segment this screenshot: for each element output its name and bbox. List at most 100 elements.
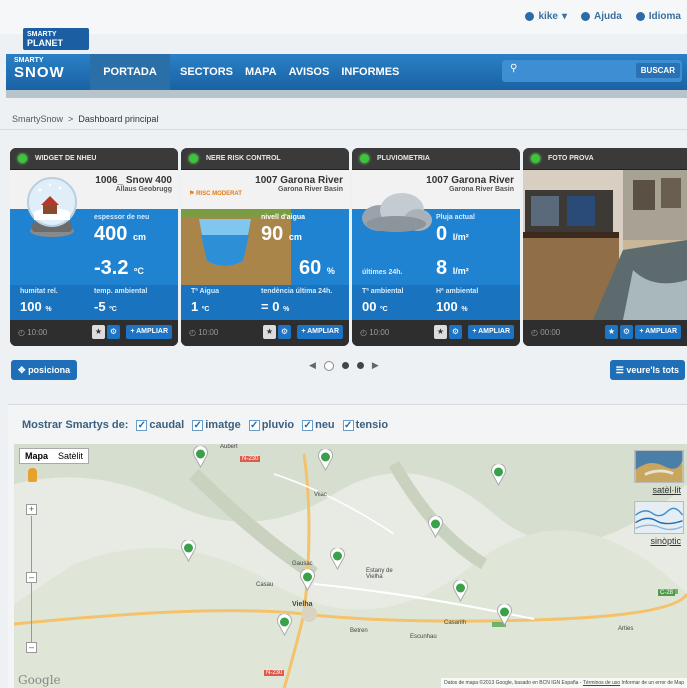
- filter-tensio[interactable]: ✓ tensio: [342, 419, 388, 431]
- clock-icon: ◴: [189, 328, 196, 337]
- language-menu[interactable]: Idioma: [635, 11, 681, 22]
- map-pin-icon[interactable]: [299, 569, 316, 591]
- filter-imatge[interactable]: ✓ imatge: [192, 419, 241, 431]
- smarty-planet-logo[interactable]: SMARTY PLANET: [23, 28, 89, 50]
- zoom-in-button[interactable]: +: [26, 504, 37, 515]
- map-pin-icon[interactable]: [427, 516, 444, 538]
- checkbox[interactable]: ✓: [248, 419, 260, 431]
- prev-arrow-icon[interactable]: ◀: [309, 360, 316, 371]
- search-icon: ⚲: [510, 63, 518, 74]
- map-view[interactable]: Mapa Satèlit + – – Aubert Vilac Gausac C…: [14, 444, 687, 688]
- synoptic-thumbnail[interactable]: [634, 501, 684, 534]
- cloud-icon: [362, 193, 432, 232]
- star-icon[interactable]: ★: [263, 325, 276, 339]
- map-type-satellite[interactable]: Satèlit: [53, 449, 88, 463]
- place-label: Arties: [618, 626, 634, 632]
- synoptic-view-link[interactable]: sinòptic: [650, 536, 681, 546]
- place-label: Vielha: [292, 601, 313, 608]
- help-link[interactable]: Ajuda: [580, 11, 622, 22]
- main-nav: SMARTY SNOW PORTADA SECTORS MAPA AVISOS …: [6, 54, 687, 90]
- widget-header: NERE RISK CONTROL: [181, 148, 349, 170]
- widget-station: 1007 Garona River Garona River Basin ⚑ RI…: [181, 170, 349, 209]
- gear-icon[interactable]: ⚙: [107, 325, 120, 339]
- filter-neu[interactable]: ✓ neu: [302, 419, 335, 431]
- place-label: Betren: [350, 628, 368, 634]
- help-icon: [580, 12, 590, 21]
- pager-dot[interactable]: [323, 360, 334, 371]
- widget-toolbar: ◴ 10:00 ★ ⚙ + AMPLIAR: [352, 320, 520, 346]
- smarty-snow-logo[interactable]: SMARTY SNOW: [14, 57, 84, 87]
- nav-item-avisos[interactable]: AVISOS: [289, 66, 330, 78]
- gear-icon[interactable]: ⚙: [620, 325, 633, 339]
- filter-pluvio[interactable]: ✓ pluvio: [248, 419, 294, 431]
- search-button[interactable]: BUSCAR: [635, 63, 680, 78]
- checkbox[interactable]: ✓: [136, 419, 148, 431]
- satellite-thumbnail[interactable]: [634, 450, 684, 483]
- filter-caudal[interactable]: ✓ caudal: [136, 419, 184, 431]
- nav-item-mapa[interactable]: MAPA: [245, 66, 277, 78]
- terrain-layer: [14, 444, 687, 688]
- filter-label: Mostrar Smartys de:: [22, 419, 129, 431]
- pegman-icon[interactable]: [28, 468, 37, 482]
- map-type-map[interactable]: Mapa: [20, 449, 53, 463]
- widget-footer-values: Tª ambiental 00 ºC Hª ambiental 100 %: [352, 285, 520, 320]
- place-label: Estany de Vielha: [366, 568, 393, 580]
- ampliar-button[interactable]: + AMPLIAR: [126, 325, 172, 339]
- road-label: C-28: [658, 590, 676, 596]
- gear-icon[interactable]: ⚙: [449, 325, 462, 339]
- widget-header: PLUVIOMETRIA: [352, 148, 520, 170]
- status-dot: [18, 154, 27, 163]
- move-icon: ✥: [18, 365, 26, 375]
- nav-items: SECTORS MAPA AVISOS INFORMES: [180, 54, 399, 90]
- ampliar-button[interactable]: + AMPLIAR: [297, 325, 343, 339]
- zoom-out-button[interactable]: –: [26, 642, 37, 653]
- list-icon: ☰: [615, 365, 624, 375]
- user-menu[interactable]: kike ▾: [525, 11, 567, 22]
- map-pin-icon[interactable]: [192, 446, 209, 468]
- search-input[interactable]: ⚲ BUSCAR: [502, 60, 682, 82]
- zoom-slider-handle[interactable]: –: [26, 572, 37, 583]
- widget-footer-values: Tª Aigua 1 ºC tendència última 24h. = 0 …: [181, 285, 349, 320]
- pager-dot[interactable]: [356, 362, 364, 369]
- ampliar-button[interactable]: + AMPLIAR: [635, 325, 681, 339]
- ampliar-button[interactable]: + AMPLIAR: [468, 325, 514, 339]
- map-type-toggle: Mapa Satèlit: [19, 448, 90, 464]
- nav-item-informes[interactable]: INFORMES: [341, 66, 399, 78]
- pager-dot[interactable]: [341, 362, 349, 369]
- report-error-link[interactable]: Informar de un error de Map: [621, 680, 684, 686]
- gear-icon[interactable]: ⚙: [278, 325, 291, 339]
- place-label: Gausac: [292, 561, 313, 567]
- posiciona-button[interactable]: ✥ posiciona: [11, 360, 78, 380]
- checkbox[interactable]: ✓: [192, 419, 204, 431]
- camera-photo[interactable]: [523, 170, 687, 320]
- snow-globe-icon: [27, 177, 77, 237]
- star-icon[interactable]: ★: [605, 325, 618, 339]
- map-pin-icon[interactable]: [276, 614, 293, 636]
- terms-link[interactable]: Términos de uso: [583, 680, 620, 686]
- place-label: Escunhau: [410, 634, 437, 640]
- map-pin-icon[interactable]: [496, 604, 513, 626]
- veure-tots-button[interactable]: ☰ veure'ls tots: [609, 360, 685, 380]
- google-logo[interactable]: Google: [18, 673, 61, 687]
- map-pin-icon[interactable]: [180, 540, 197, 562]
- map-pin-icon[interactable]: [452, 580, 469, 602]
- star-icon[interactable]: ★: [92, 325, 105, 339]
- breadcrumb: SmartySnow > Dashboard principal: [0, 108, 687, 130]
- map-pin-icon[interactable]: [317, 449, 334, 471]
- risk-badge: ⚑ RISC MODERAT: [189, 191, 242, 197]
- map-pin-icon[interactable]: [490, 464, 507, 486]
- status-dot: [189, 154, 198, 163]
- map-pin-icon[interactable]: [329, 548, 346, 570]
- satellite-view-link[interactable]: satèl·lit: [652, 485, 681, 495]
- map-footer: Google Datos de mapa ©2013 Google, basad…: [14, 673, 687, 688]
- smarty-filters: Mostrar Smartys de: ✓ caudal ✓ imatge ✓ plu…: [22, 419, 388, 431]
- map-attribution: Datos de mapa ©2013 Google, basado en BC…: [441, 678, 687, 688]
- breadcrumb-root[interactable]: SmartySnow: [12, 114, 63, 124]
- next-arrow-icon[interactable]: ▶: [372, 360, 379, 371]
- nav-item-sectors[interactable]: SECTORS: [180, 66, 233, 78]
- checkbox[interactable]: ✓: [302, 419, 314, 431]
- widget-header: FOTO PROVA: [523, 148, 687, 170]
- nav-item-portada[interactable]: PORTADA: [90, 54, 170, 90]
- checkbox[interactable]: ✓: [342, 419, 354, 431]
- star-icon[interactable]: ★: [434, 325, 447, 339]
